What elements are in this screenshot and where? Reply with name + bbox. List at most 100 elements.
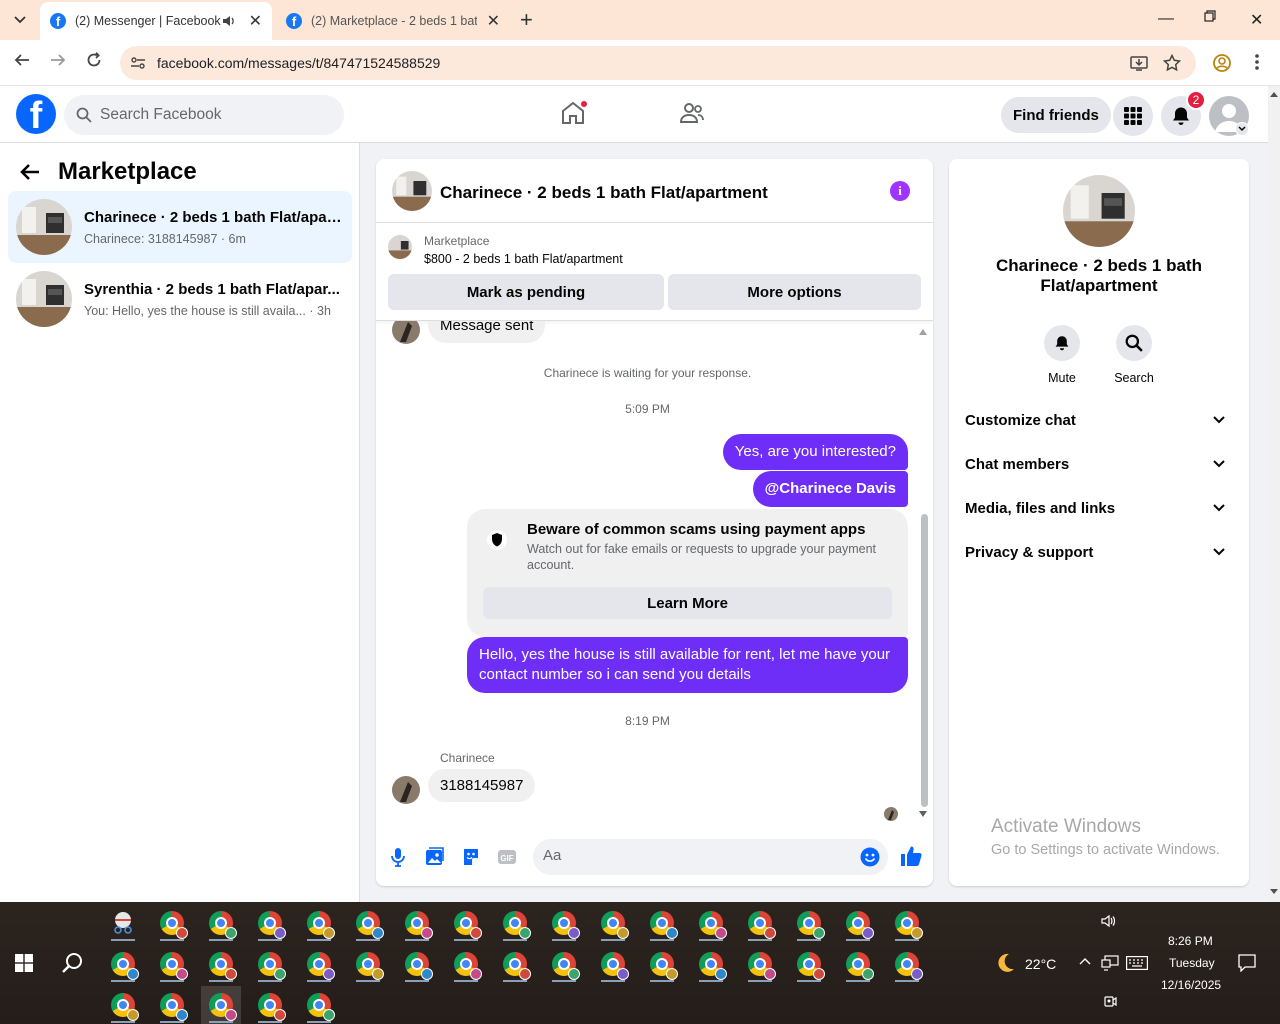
- chrome-profile-icon[interactable]: [691, 945, 731, 983]
- reload-button[interactable]: [86, 52, 102, 68]
- chrome-profile-icon[interactable]: [152, 986, 192, 1024]
- like-thumb-icon[interactable]: [900, 845, 922, 867]
- gif-icon[interactable]: GIF: [497, 847, 517, 867]
- scroll-down-icon[interactable]: [1268, 888, 1280, 896]
- mark-as-pending-button[interactable]: Mark as pending: [388, 274, 664, 310]
- chrome-profile-icon[interactable]: [397, 945, 437, 983]
- chrome-profile-icon[interactable]: [299, 904, 339, 942]
- close-tab-icon[interactable]: ✕: [249, 11, 262, 31]
- back-arrow-icon[interactable]: [20, 163, 40, 181]
- account-caret[interactable]: [1235, 122, 1249, 136]
- tab-search-button[interactable]: [8, 8, 32, 32]
- chrome-profile-icon[interactable]: [299, 986, 339, 1024]
- privacy-support-section[interactable]: Privacy & support: [965, 530, 1233, 574]
- site-settings-icon[interactable]: [130, 55, 146, 71]
- chrome-profile-icon[interactable]: [250, 904, 290, 942]
- chrome-profile-icon[interactable]: [152, 904, 192, 942]
- facebook-logo-icon[interactable]: f: [16, 94, 56, 134]
- browser-tab-marketplace[interactable]: f (2) Marketplace - 2 beds 1 bath ✕: [276, 2, 510, 40]
- customize-chat-section[interactable]: Customize chat: [965, 398, 1233, 442]
- listing-avatar[interactable]: [1063, 175, 1135, 247]
- conversation-item[interactable]: Charinece · 2 beds 1 bath Flat/apar... C…: [8, 191, 352, 263]
- chrome-profile-icon[interactable]: [642, 904, 682, 942]
- chat-scroll-thumb[interactable]: [921, 514, 928, 807]
- chrome-profile-icon[interactable]: [642, 945, 682, 983]
- chrome-profile-icon[interactable]: [201, 945, 241, 983]
- search-action[interactable]: Search: [1104, 325, 1164, 385]
- chrome-profile-icon[interactable]: [887, 945, 927, 983]
- learn-more-button[interactable]: Learn More: [483, 587, 892, 619]
- clock-time[interactable]: 8:26 PM: [1168, 934, 1213, 948]
- forward-button[interactable]: [50, 52, 66, 68]
- close-window-button[interactable]: ✕: [1250, 10, 1263, 30]
- chrome-profile-icon[interactable]: [593, 904, 633, 942]
- chrome-profile-icon[interactable]: [495, 904, 535, 942]
- chat-thumbnail[interactable]: [392, 171, 432, 211]
- search-input[interactable]: [100, 106, 320, 124]
- scroll-up-icon[interactable]: [1268, 90, 1280, 98]
- chrome-profile-icon[interactable]: [838, 945, 878, 983]
- restore-button[interactable]: [1204, 10, 1216, 22]
- clock-date[interactable]: 12/16/2025: [1161, 978, 1221, 992]
- scroll-down-icon[interactable]: [919, 811, 927, 817]
- browser-tab-messenger[interactable]: f (2) Messenger | Facebook ✕: [40, 2, 272, 40]
- weather-temperature[interactable]: 22°C: [1025, 956, 1056, 972]
- bookmark-star-icon[interactable]: [1163, 54, 1181, 72]
- close-tab-icon[interactable]: ✕: [487, 11, 500, 31]
- chrome-profile-icon[interactable]: [103, 945, 143, 983]
- chrome-profile-icon[interactable]: [789, 945, 829, 983]
- address-bar[interactable]: facebook.com/messages/t/847471524588529: [120, 46, 1196, 80]
- chrome-profile-icon[interactable]: [152, 945, 192, 983]
- profile-icon[interactable]: [1212, 53, 1232, 73]
- conversation-item[interactable]: Syrenthia · 2 beds 1 bath Flat/apar... Y…: [8, 263, 352, 335]
- chrome-profile-icon[interactable]: [446, 945, 486, 983]
- chrome-profile-icon[interactable]: [250, 986, 290, 1024]
- weather-moon-icon[interactable]: [994, 952, 1016, 974]
- more-options-button[interactable]: More options: [668, 274, 921, 310]
- chrome-profile-icon[interactable]: [887, 904, 927, 942]
- mute-action[interactable]: Mute: [1032, 325, 1092, 385]
- chrome-profile-icon[interactable]: [201, 904, 241, 942]
- chrome-profile-icon[interactable]: [397, 904, 437, 942]
- page-scrollbar[interactable]: [1268, 86, 1280, 902]
- chrome-profile-icon[interactable]: [544, 945, 584, 983]
- chrome-profile-icon[interactable]: [348, 904, 388, 942]
- chrome-profile-icon[interactable]: [544, 904, 584, 942]
- notification-center-icon[interactable]: [1238, 954, 1256, 972]
- chrome-profile-icon[interactable]: [103, 986, 143, 1024]
- facebook-search[interactable]: [64, 95, 344, 135]
- message-input[interactable]: [543, 847, 843, 864]
- find-friends-button[interactable]: Find friends: [1001, 97, 1111, 133]
- chrome-profile-icon[interactable]: [250, 945, 290, 983]
- microphone-icon[interactable]: [390, 847, 406, 867]
- minimize-button[interactable]: —: [1158, 10, 1174, 28]
- install-app-icon[interactable]: [1130, 54, 1148, 72]
- new-tab-button[interactable]: +: [520, 9, 533, 31]
- listing-title[interactable]: $800 - 2 beds 1 bath Flat/apartment: [424, 252, 623, 266]
- keyboard-icon[interactable]: [1126, 956, 1148, 970]
- chrome-profile-icon[interactable]: [495, 945, 535, 983]
- emoji-icon[interactable]: [860, 847, 880, 867]
- chat-title[interactable]: Charinece · 2 beds 1 bath Flat/apartment: [440, 183, 768, 203]
- chrome-profile-icon[interactable]: [789, 904, 829, 942]
- chrome-profile-icon[interactable]: [446, 904, 486, 942]
- taskbar-search-button[interactable]: [52, 944, 92, 982]
- network-icon[interactable]: [1101, 955, 1119, 971]
- back-button[interactable]: [14, 52, 30, 68]
- clock-day[interactable]: Tuesday: [1169, 956, 1215, 970]
- snipping-tool-icon[interactable]: [103, 904, 143, 942]
- start-button[interactable]: [4, 944, 44, 982]
- chrome-profile-icon[interactable]: [740, 904, 780, 942]
- meet-now-icon[interactable]: [1103, 994, 1117, 1008]
- chat-members-section[interactable]: Chat members: [965, 442, 1233, 486]
- browser-menu-icon[interactable]: [1254, 53, 1260, 71]
- photo-icon[interactable]: [425, 847, 445, 867]
- menu-grid-button[interactable]: [1113, 96, 1153, 136]
- sticker-icon[interactable]: [461, 847, 481, 867]
- chrome-profile-icon[interactable]: [740, 945, 780, 983]
- speaker-icon[interactable]: [222, 15, 236, 27]
- friends-nav-icon[interactable]: [679, 100, 705, 126]
- info-icon[interactable]: i: [890, 181, 910, 201]
- home-nav-icon[interactable]: [560, 100, 588, 126]
- chrome-profile-icon[interactable]: [299, 945, 339, 983]
